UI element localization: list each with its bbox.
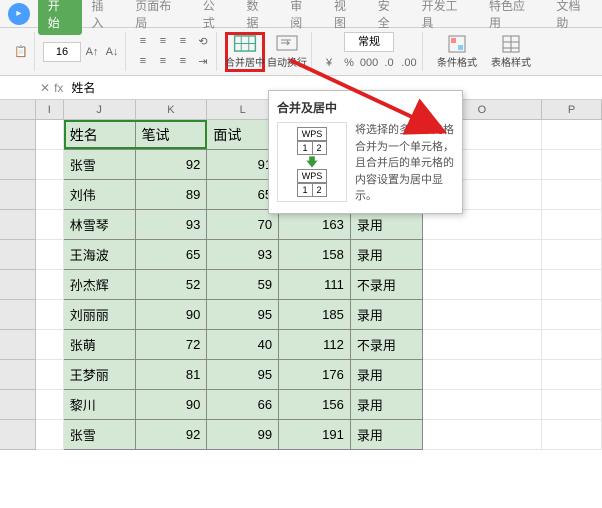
merge-icon	[233, 35, 257, 52]
font-size-input[interactable]: 16	[43, 42, 81, 62]
align-right-icon[interactable]: ≡	[174, 52, 192, 70]
table-row[interactable]: 张萌7240112不录用	[0, 330, 602, 360]
table-row[interactable]: 黎川9066156录用	[0, 390, 602, 420]
table-style-icon	[501, 34, 521, 54]
table-row[interactable]: 孙杰辉5259111不录用	[0, 270, 602, 300]
tab-view[interactable]: 视图	[324, 0, 368, 35]
currency-icon[interactable]: ¥	[320, 54, 338, 72]
col-header[interactable]: I	[36, 100, 64, 119]
table-row[interactable]: 王梦丽8195176录用	[0, 360, 602, 390]
merge-center-button[interactable]: 合并居中	[225, 32, 265, 72]
table-row[interactable]: 林雪琴9370163录用	[0, 210, 602, 240]
tab-security[interactable]: 安全	[368, 0, 412, 35]
tab-dochelper[interactable]: 文档助	[546, 0, 602, 35]
fx-icon[interactable]: fx	[54, 81, 63, 95]
conditional-format-button[interactable]: 条件格式	[431, 32, 483, 71]
cell-header-written: 笔试	[136, 120, 208, 150]
wrap-label: 自动换行	[267, 54, 307, 69]
tab-review[interactable]: 审阅	[280, 0, 324, 35]
orientation-icon[interactable]: ⟲	[194, 32, 212, 50]
tooltip-illustration: WPS 12 WPS 12	[277, 122, 347, 202]
paste-icon[interactable]: 📋	[12, 43, 30, 61]
tab-devtools[interactable]: 开发工具	[411, 0, 478, 35]
tab-start[interactable]: 开始	[38, 0, 82, 35]
number-format-select[interactable]: 常规	[344, 32, 394, 52]
align-center-icon[interactable]: ≡	[154, 52, 172, 70]
percent-icon[interactable]: %	[340, 54, 358, 72]
decimal-inc-icon[interactable]: .0	[380, 54, 398, 72]
indent-icon[interactable]: ⇥	[194, 52, 212, 70]
thousands-icon[interactable]: 000	[360, 54, 378, 72]
wrap-icon	[275, 34, 299, 52]
tab-data[interactable]: 数据	[236, 0, 280, 35]
toolbar: 📋 16 A↑ A↓ ≡ ≡ ≡ ⟲ ≡ ≡ ≡ ⇥ 合并居中 自动换行 常规	[0, 28, 602, 76]
col-header[interactable]: K	[136, 100, 208, 119]
col-header[interactable]: P	[542, 100, 602, 119]
table-row[interactable]: 刘丽丽9095185录用	[0, 300, 602, 330]
col-header[interactable]: J	[64, 100, 136, 119]
decimal-dec-icon[interactable]: .00	[400, 54, 418, 72]
merge-label: 合并居中	[225, 54, 265, 69]
tab-formulas[interactable]: 公式	[193, 0, 237, 35]
increase-font-icon[interactable]: A↑	[83, 43, 101, 61]
ribbon-tabs: ▸ 开始 插入 页面布局 公式 数据 审阅 视图 安全 开发工具 特色应用 文档…	[0, 0, 602, 28]
table-style-button[interactable]: 表格样式	[485, 32, 537, 71]
tab-insert[interactable]: 插入	[82, 0, 126, 35]
table-row[interactable]: 王海波6593158录用	[0, 240, 602, 270]
app-menu-button[interactable]: ▸	[8, 3, 30, 25]
align-top-icon[interactable]: ≡	[134, 32, 152, 50]
cancel-icon[interactable]: ✕	[40, 81, 50, 95]
cell-header-name: 姓名	[64, 120, 136, 150]
table-row[interactable]: 张雪9299191录用	[0, 420, 602, 450]
align-bottom-icon[interactable]: ≡	[174, 32, 192, 50]
align-middle-icon[interactable]: ≡	[154, 32, 172, 50]
tooltip-title: 合并及居中	[277, 99, 454, 116]
merge-tooltip: 合并及居中 WPS 12 WPS 12 将选择的多个单元格合并为一个单元格，且合…	[268, 90, 463, 214]
decrease-font-icon[interactable]: A↓	[103, 43, 121, 61]
align-left-icon[interactable]: ≡	[134, 52, 152, 70]
wrap-text-button[interactable]: 自动换行	[267, 32, 307, 72]
tab-special[interactable]: 特色应用	[479, 0, 546, 35]
cond-format-icon	[447, 34, 467, 54]
tab-pagelayout[interactable]: 页面布局	[125, 0, 192, 35]
tooltip-text: 将选择的多个单元格合并为一个单元格，且合并后的单元格的内容设置为居中显示。	[355, 122, 454, 205]
